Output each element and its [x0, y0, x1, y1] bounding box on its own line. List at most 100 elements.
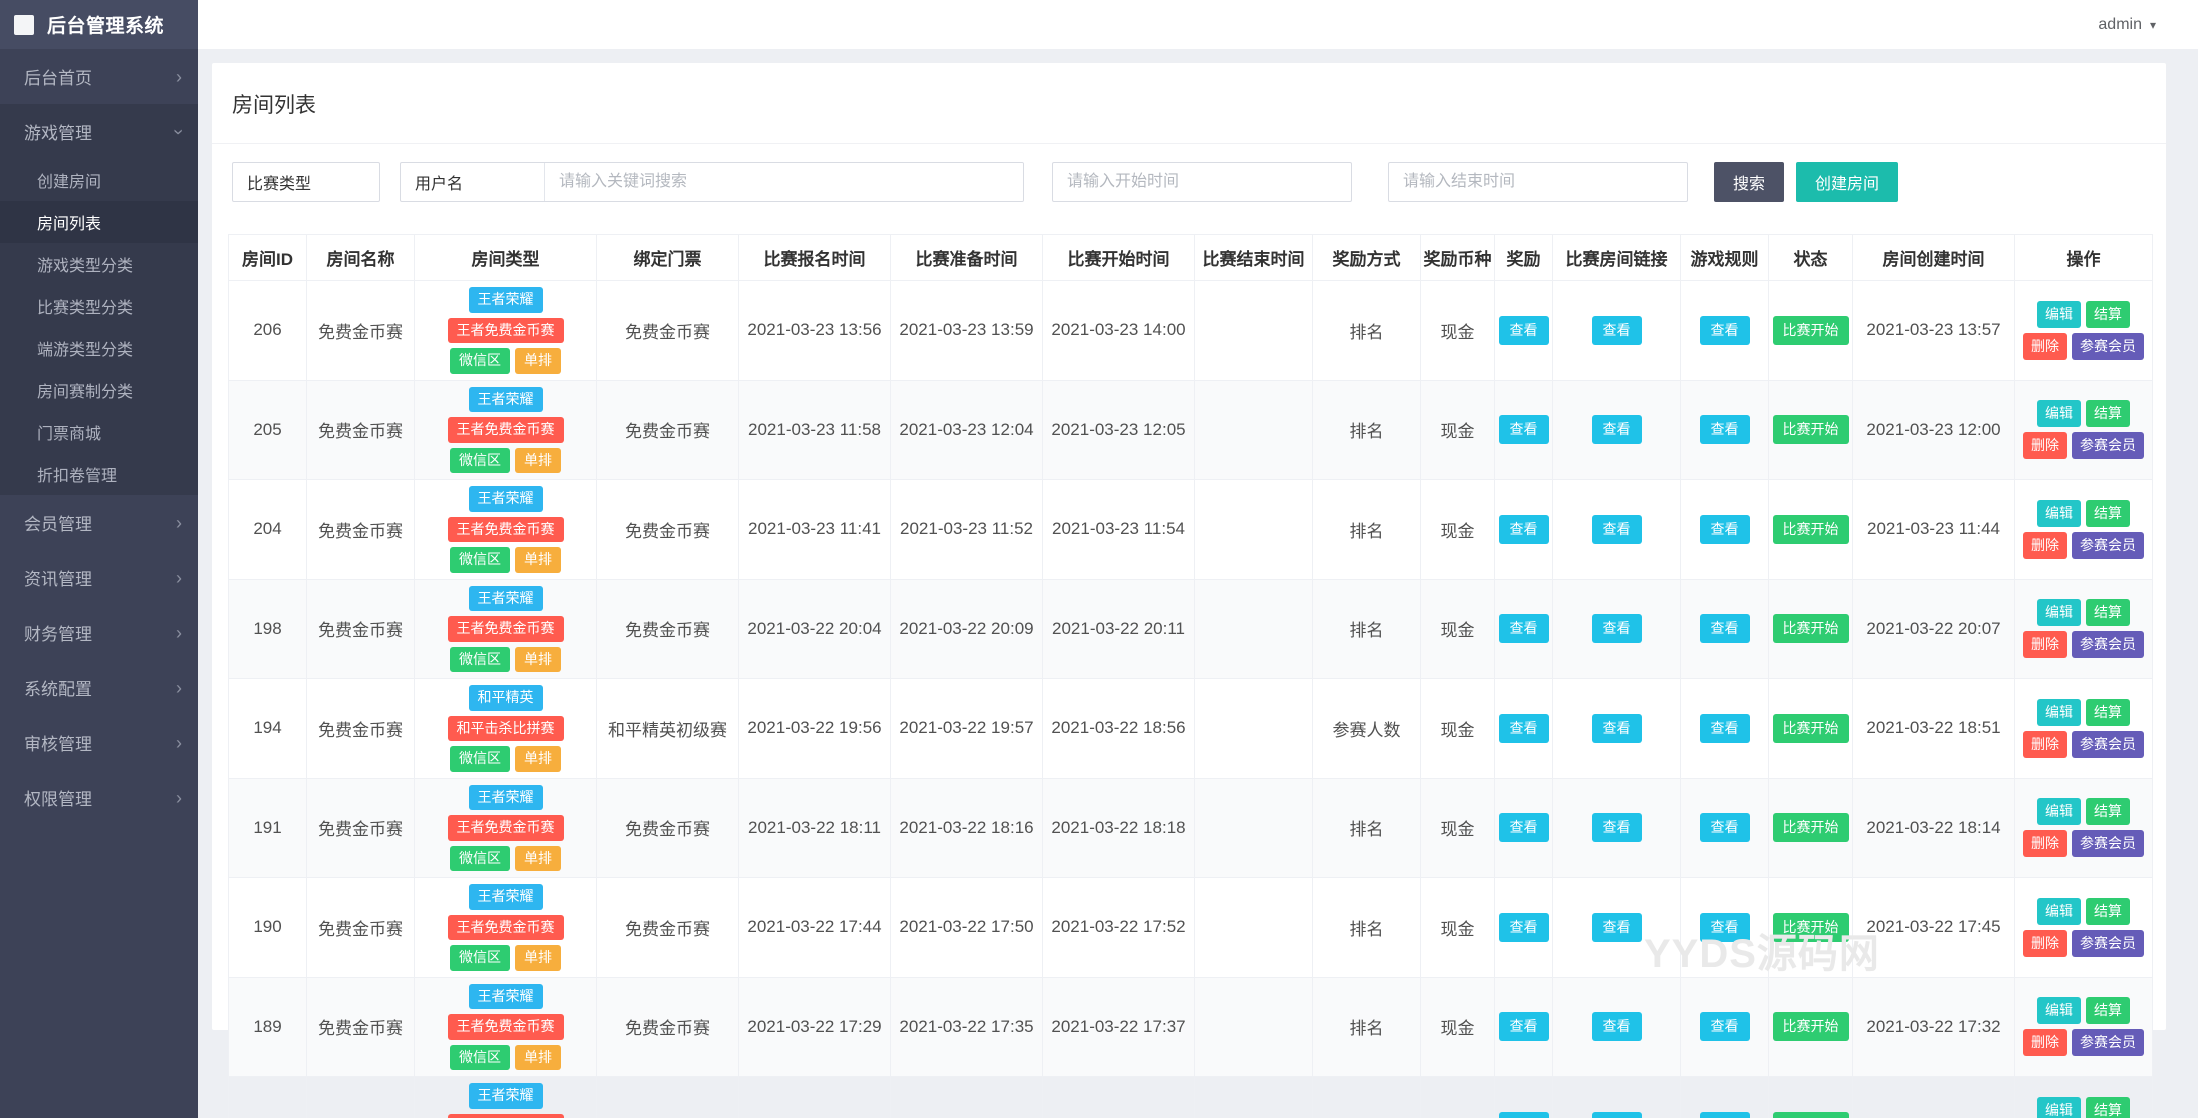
- end-time-input[interactable]: [1388, 162, 1688, 202]
- room-link-view-button[interactable]: 查看: [1591, 713, 1642, 743]
- username-label: admin: [2098, 15, 2142, 33]
- reward-view-button[interactable]: 查看: [1498, 614, 1549, 644]
- game-rules-view-button[interactable]: 查看: [1699, 1012, 1750, 1042]
- reward-view-button[interactable]: 查看: [1498, 315, 1549, 345]
- action-button-结算[interactable]: 结算: [2086, 400, 2130, 428]
- user-menu[interactable]: admin ▾: [2098, 0, 2156, 49]
- end-time-cell: [1194, 578, 1313, 679]
- action-button-编辑[interactable]: 编辑: [2037, 798, 2081, 826]
- match-type-select[interactable]: 比赛类型: [232, 162, 380, 202]
- reward-view-button[interactable]: 查看: [1498, 912, 1549, 942]
- action-button-结算[interactable]: 结算: [2086, 599, 2130, 627]
- reward-view-button[interactable]: 查看: [1498, 415, 1549, 445]
- action-button-参赛会员[interactable]: 参赛会员: [2072, 730, 2144, 758]
- action-button-编辑[interactable]: 编辑: [2037, 499, 2081, 527]
- action-button-编辑[interactable]: 编辑: [2037, 599, 2081, 627]
- sidebar-item-游戏管理[interactable]: 游戏管理 ›: [0, 104, 198, 159]
- action-button-参赛会员[interactable]: 参赛会员: [2072, 929, 2144, 957]
- sidebar-item-后台首页[interactable]: 后台首页 ›: [0, 49, 198, 104]
- action-button-删除[interactable]: 删除: [2023, 830, 2067, 858]
- reward-view-button[interactable]: 查看: [1498, 713, 1549, 743]
- game-rules-view-button[interactable]: 查看: [1699, 614, 1750, 644]
- sidebar-item-财务管理[interactable]: 财务管理 ›: [0, 605, 198, 660]
- start-time-cell: 2021-03-23 12:05: [1042, 379, 1195, 480]
- action-button-结算[interactable]: 结算: [2086, 698, 2130, 726]
- room-link-view-button[interactable]: 查看: [1591, 1111, 1642, 1118]
- reward-view-button[interactable]: 查看: [1498, 514, 1549, 544]
- room-link-cell: 查看: [1552, 877, 1681, 978]
- room-link-view-button[interactable]: 查看: [1591, 813, 1642, 843]
- action-button-结算[interactable]: 结算: [2086, 1096, 2130, 1118]
- reward-view-button[interactable]: 查看: [1498, 1111, 1549, 1118]
- status-badge: 比赛开始: [1772, 614, 1849, 644]
- sidebar-item-系统配置[interactable]: 系统配置 ›: [0, 660, 198, 715]
- game-rules-view-button[interactable]: 查看: [1699, 415, 1750, 445]
- reward-view-button[interactable]: 查看: [1498, 813, 1549, 843]
- room-name-cell: 免费金币赛: [306, 1076, 415, 1118]
- room-link-view-button[interactable]: 查看: [1591, 1012, 1642, 1042]
- ready-time-cell: 2021-03-22 17:20: [890, 1076, 1043, 1118]
- signup-time-cell: 2021-03-23 11:58: [738, 379, 891, 480]
- sidebar-subitem-房间赛制分类[interactable]: 房间赛制分类: [0, 369, 198, 411]
- game-rules-view-button[interactable]: 查看: [1699, 912, 1750, 942]
- sidebar-subitem-房间列表[interactable]: 房间列表: [0, 201, 198, 243]
- action-button-编辑[interactable]: 编辑: [2037, 300, 2081, 328]
- action-button-结算[interactable]: 结算: [2086, 997, 2130, 1025]
- sidebar-item-资讯管理[interactable]: 资讯管理 ›: [0, 550, 198, 605]
- create-room-button[interactable]: 创建房间: [1796, 162, 1899, 202]
- action-button-结算[interactable]: 结算: [2086, 897, 2130, 925]
- action-button-删除[interactable]: 删除: [2023, 332, 2067, 360]
- action-button-参赛会员[interactable]: 参赛会员: [2072, 432, 2144, 460]
- action-button-参赛会员[interactable]: 参赛会员: [2072, 830, 2144, 858]
- action-button-参赛会员[interactable]: 参赛会员: [2072, 531, 2144, 559]
- sidebar-item-审核管理[interactable]: 审核管理 ›: [0, 715, 198, 770]
- room-link-view-button[interactable]: 查看: [1591, 912, 1642, 942]
- action-button-结算[interactable]: 结算: [2086, 499, 2130, 527]
- sidebar-item-会员管理[interactable]: 会员管理 ›: [0, 495, 198, 550]
- sidebar-subitem-比赛类型分类[interactable]: 比赛类型分类: [0, 285, 198, 327]
- action-button-结算[interactable]: 结算: [2086, 300, 2130, 328]
- room-link-view-button[interactable]: 查看: [1591, 415, 1642, 445]
- action-button-结算[interactable]: 结算: [2086, 798, 2130, 826]
- action-button-参赛会员[interactable]: 参赛会员: [2072, 631, 2144, 659]
- sidebar-subitem-创建房间[interactable]: 创建房间: [0, 159, 198, 201]
- username-field-select[interactable]: 用户名: [401, 163, 545, 201]
- sidebar-subitem-游戏类型分类[interactable]: 游戏类型分类: [0, 243, 198, 285]
- action-button-删除[interactable]: 删除: [2023, 432, 2067, 460]
- room-link-view-button[interactable]: 查看: [1591, 514, 1642, 544]
- sidebar-item-权限管理[interactable]: 权限管理 ›: [0, 770, 198, 825]
- action-button-编辑[interactable]: 编辑: [2037, 1096, 2081, 1118]
- reward-cell: 查看: [1494, 678, 1553, 779]
- room-link-cell: 查看: [1552, 976, 1681, 1077]
- game-rules-view-button[interactable]: 查看: [1699, 315, 1750, 345]
- reward-view-button[interactable]: 查看: [1498, 1012, 1549, 1042]
- table-row: 189 免费金币赛 王者荣耀 王者免费金币赛 微信区 单排 免费金币赛 2021-03-22 …: [228, 976, 2153, 1077]
- table-row: 188免费金币赛王者荣耀王者免费金币赛微信区单排免费金币赛2021-03-22 …: [228, 1076, 2153, 1118]
- game-rules-view-button[interactable]: 查看: [1699, 514, 1750, 544]
- keyword-input[interactable]: [545, 163, 1023, 201]
- room-list-card: 房间列表 比赛类型 用户名 搜索 创建房间 房间ID房间名称房间类型绑定门票比赛…: [212, 63, 2166, 1118]
- action-button-参赛会员[interactable]: 参赛会员: [2072, 332, 2144, 360]
- action-button-编辑[interactable]: 编辑: [2037, 400, 2081, 428]
- room-type-cell: 王者荣耀王者免费金币赛微信区单排: [414, 578, 597, 679]
- action-button-删除[interactable]: 删除: [2023, 730, 2067, 758]
- game-rules-view-button[interactable]: 查看: [1699, 1111, 1750, 1118]
- action-button-参赛会员[interactable]: 参赛会员: [2072, 1029, 2144, 1057]
- signup-time-cell: 2021-03-22 15:35: [738, 1076, 891, 1118]
- action-button-删除[interactable]: 删除: [2023, 631, 2067, 659]
- start-time-input[interactable]: [1052, 162, 1352, 202]
- action-button-编辑[interactable]: 编辑: [2037, 698, 2081, 726]
- sidebar-subitem-端游类型分类[interactable]: 端游类型分类: [0, 327, 198, 369]
- action-button-删除[interactable]: 删除: [2023, 929, 2067, 957]
- action-button-删除[interactable]: 删除: [2023, 531, 2067, 559]
- room-link-view-button[interactable]: 查看: [1591, 315, 1642, 345]
- sidebar-subitem-门票商城[interactable]: 门票商城: [0, 411, 198, 453]
- room-link-view-button[interactable]: 查看: [1591, 614, 1642, 644]
- action-button-编辑[interactable]: 编辑: [2037, 997, 2081, 1025]
- action-button-删除[interactable]: 删除: [2023, 1029, 2067, 1057]
- game-rules-view-button[interactable]: 查看: [1699, 813, 1750, 843]
- search-button[interactable]: 搜索: [1714, 162, 1785, 202]
- action-button-编辑[interactable]: 编辑: [2037, 897, 2081, 925]
- sidebar-subitem-折扣卷管理[interactable]: 折扣卷管理: [0, 453, 198, 495]
- game-rules-view-button[interactable]: 查看: [1699, 713, 1750, 743]
